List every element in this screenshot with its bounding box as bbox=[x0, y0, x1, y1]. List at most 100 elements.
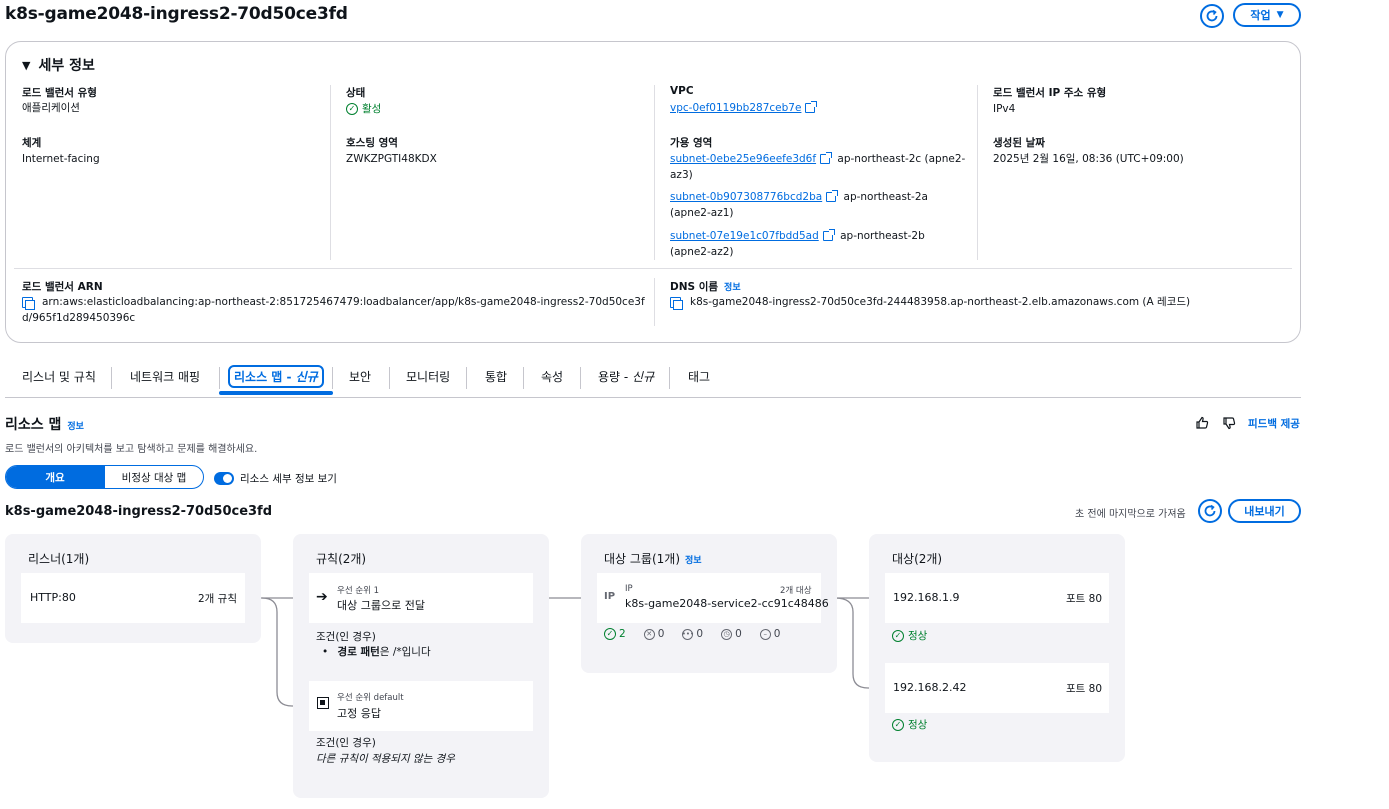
tab-monitoring[interactable]: 모니터링 bbox=[406, 368, 450, 385]
actions-label: 작업 bbox=[1250, 9, 1271, 22]
tab-bar: 리스너 및 규칙 네트워크 매핑 리소스 맵 - 신규 보안 모니터링 통합 속… bbox=[5, 360, 1301, 398]
listener-protocol: HTTP:80 bbox=[30, 591, 76, 604]
subnet-link[interactable]: subnet-0ebe25e96eefe3d6f bbox=[670, 153, 816, 165]
unhealthy-count: ✕ 0 bbox=[643, 628, 664, 640]
draining-value: 0 bbox=[735, 628, 742, 640]
divider bbox=[330, 85, 331, 260]
state-status: ✓ 활성 bbox=[346, 101, 381, 116]
tab-capacity-label: 용량 - bbox=[598, 370, 633, 384]
draining-count: ◷ 0 bbox=[721, 628, 742, 640]
target-port: 포트 80 bbox=[1066, 593, 1103, 605]
external-link-icon bbox=[822, 229, 835, 241]
tab-capacity[interactable]: 용량 - 신규 bbox=[598, 368, 654, 385]
arrow-right-icon: ➔ bbox=[316, 589, 328, 605]
ip-type-label: 로드 밸런서 IP 주소 유형 bbox=[993, 87, 1107, 99]
tab-resource-map[interactable]: 리소스 맵 - 신규 bbox=[228, 365, 324, 388]
rules-title: 규칙(2개) bbox=[316, 552, 367, 566]
subnet-zone-cont: (apne2-az2) bbox=[670, 246, 734, 258]
target-ip: 192.168.1.9 bbox=[893, 591, 960, 604]
target-status: 정상 bbox=[908, 630, 928, 642]
check-circle-icon: ✓ bbox=[346, 102, 358, 115]
thumbs-up-button[interactable] bbox=[1195, 416, 1209, 433]
copy-dns-button[interactable] bbox=[670, 295, 683, 310]
tab-integration[interactable]: 통합 bbox=[485, 368, 507, 385]
resource-map-heading: 리소스 맵 bbox=[5, 417, 62, 433]
refresh-map-button[interactable] bbox=[1198, 499, 1222, 523]
subnet-row: subnet-0b907308776bcd2ba ap-northeast-2a bbox=[670, 189, 970, 205]
subnet-zone-cont: az3) bbox=[670, 169, 693, 181]
target-status: 정상 bbox=[908, 719, 928, 731]
tab-resource-map-label: 리소스 맵 - bbox=[234, 370, 296, 384]
target-groups-title: 대상 그룹(1개) bbox=[604, 552, 681, 566]
az-label: 가용 영역 bbox=[670, 137, 713, 149]
external-link-icon bbox=[820, 152, 833, 164]
copy-icon bbox=[22, 296, 35, 310]
unused-value: 0 bbox=[696, 628, 704, 640]
state-label: 상태 bbox=[346, 87, 366, 99]
last-fetched: 초 전에 마지막으로 가져옴 bbox=[1075, 509, 1186, 520]
seg-unhealthy-map[interactable]: 비정상 대상 맵 bbox=[104, 466, 203, 488]
actions-button[interactable]: 작업 ▼ bbox=[1233, 3, 1301, 27]
resource-map-info-link[interactable]: 정보 bbox=[67, 419, 84, 432]
subnet-link[interactable]: subnet-07e19e1c07fbdd5ad bbox=[670, 230, 819, 242]
thumbs-down-button[interactable] bbox=[1222, 416, 1236, 433]
divider bbox=[654, 278, 655, 326]
divider bbox=[14, 268, 1292, 269]
tab-network-mapping[interactable]: 네트워크 매핑 bbox=[130, 368, 200, 385]
tab-listeners[interactable]: 리스너 및 규칙 bbox=[22, 368, 96, 385]
ip-type-value: IPv4 bbox=[993, 103, 1016, 115]
rule-condition-label: 조건(인 경우) bbox=[316, 737, 376, 749]
rule-priority: 우선 순위 default bbox=[337, 693, 404, 703]
tab-separator bbox=[219, 367, 220, 389]
ip-type-icon: IP bbox=[604, 591, 616, 602]
scheme-label: 체계 bbox=[22, 137, 42, 149]
tg-info-link[interactable]: 정보 bbox=[685, 553, 702, 566]
divider bbox=[977, 85, 978, 260]
subnet-link[interactable]: subnet-0b907308776bcd2ba bbox=[670, 191, 822, 203]
rule-condition-value: 은 /*입니다 bbox=[379, 646, 431, 658]
refresh-button[interactable] bbox=[1200, 4, 1224, 28]
external-link-icon bbox=[826, 190, 839, 202]
refresh-icon bbox=[1206, 9, 1218, 22]
rule-condition-key: 경로 패턴 bbox=[337, 646, 380, 658]
feedback-link[interactable]: 피드백 제공 bbox=[1248, 416, 1300, 431]
vpc-value[interactable]: vpc-0ef0119bb287ceb7e bbox=[670, 102, 801, 114]
tab-security[interactable]: 보안 bbox=[349, 368, 371, 385]
lb-type-label: 로드 밸런서 유형 bbox=[22, 87, 97, 99]
copy-icon bbox=[670, 296, 683, 310]
subnet-zone: ap-northeast-2a bbox=[843, 191, 928, 203]
healthy-value: 2 bbox=[619, 628, 626, 640]
tab-separator bbox=[466, 367, 467, 389]
thumbs-down-icon bbox=[1223, 417, 1236, 430]
caret-down-icon: ▼ bbox=[22, 58, 31, 72]
vpc-link[interactable]: vpc-0ef0119bb287ceb7e bbox=[670, 101, 818, 114]
active-tab-indicator bbox=[219, 391, 333, 395]
copy-arn-button[interactable] bbox=[22, 295, 35, 310]
arn-label: 로드 밸런서 ARN bbox=[22, 281, 103, 293]
view-segmented-control: 개요 비정상 대상 맵 bbox=[5, 465, 204, 489]
target-port: 포트 80 bbox=[1066, 683, 1103, 695]
details-toggle[interactable]: ▼ 세부 정보 bbox=[22, 55, 95, 75]
tab-separator bbox=[389, 367, 390, 389]
external-link-icon bbox=[805, 101, 818, 113]
export-button[interactable]: 내보내기 bbox=[1228, 499, 1301, 523]
dns-label-row: DNS 이름 정보 bbox=[670, 279, 741, 294]
rule-condition: 다른 규칙이 적용되지 않는 경우 bbox=[316, 753, 455, 765]
dns-info-link[interactable]: 정보 bbox=[724, 280, 741, 293]
tg-target-count: 2개 대상 bbox=[780, 586, 812, 596]
resource-map-header: 리소스 맵 정보 bbox=[5, 414, 84, 434]
created-label: 생성된 날짜 bbox=[993, 137, 1045, 149]
tab-separator bbox=[523, 367, 524, 389]
details-heading: 세부 정보 bbox=[38, 58, 95, 74]
vpc-label: VPC bbox=[670, 85, 694, 97]
tab-tags[interactable]: 태그 bbox=[688, 368, 710, 385]
new-badge: 신규 bbox=[632, 370, 655, 384]
x-circle-icon: ✕ bbox=[643, 628, 655, 640]
tab-attributes[interactable]: 속성 bbox=[541, 368, 563, 385]
minus-circle-icon: – bbox=[759, 628, 771, 640]
details-toggle-switch[interactable] bbox=[214, 472, 234, 485]
subnet-row: subnet-0ebe25e96eefe3d6f ap-northeast-2c… bbox=[670, 151, 970, 167]
ellipsis-circle-icon: ••• bbox=[681, 628, 695, 640]
seg-overview[interactable]: 개요 bbox=[6, 466, 104, 488]
healthy-count: ✓ 2 bbox=[604, 628, 626, 640]
